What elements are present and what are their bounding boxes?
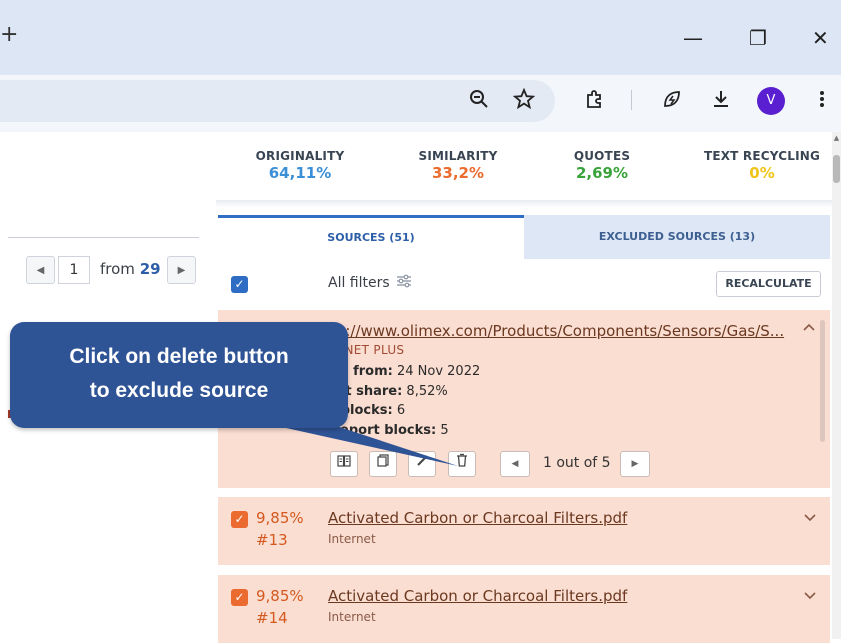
prev-page-button[interactable]: ◀ [26, 256, 55, 284]
tab-sources[interactable]: SOURCES (51) [218, 215, 524, 259]
menu-dots-icon[interactable] [818, 88, 826, 115]
document-divider [8, 237, 199, 238]
select-all-checkbox[interactable]: ✓ [231, 276, 248, 293]
all-filters-label[interactable]: All filters [328, 275, 390, 291]
bookmark-star-icon[interactable] [512, 87, 536, 115]
metric-originality: ORIGINALITY 64,11% [225, 149, 375, 182]
close-window-button[interactable]: ✕ [812, 26, 829, 50]
page-number-input[interactable]: 1 [58, 256, 90, 284]
source-number: #14 [256, 609, 288, 627]
pencil-icon [416, 455, 428, 466]
source-checkbox[interactable]: ✓ [231, 589, 248, 606]
metric-label: QUOTES [573, 149, 631, 163]
tab-excluded-sources[interactable]: EXCLUDED SOURCES (13) [524, 215, 830, 259]
source-number: #13 [256, 531, 288, 549]
source-title-link[interactable]: Activated Carbon or Charcoal Filters.pdf [328, 587, 627, 605]
extensions-icon[interactable] [584, 88, 606, 115]
metric-value: 64,11% [268, 164, 332, 182]
source-title-link[interactable]: Activated Carbon or Charcoal Filters.pdf [328, 509, 627, 527]
performance-leaf-icon[interactable] [661, 88, 683, 115]
metric-value: 0% [749, 164, 775, 182]
card-scrollbar[interactable] [820, 320, 825, 442]
callout-text: Click on delete button to exclude source [10, 340, 348, 408]
metrics-divider [216, 200, 832, 208]
source-checkbox[interactable]: ✓ [231, 511, 248, 528]
pager-total: 29 [139, 260, 161, 278]
zoom-icon[interactable] [468, 88, 490, 115]
source-percent: 9,85% [256, 509, 304, 527]
download-icon[interactable] [710, 88, 732, 115]
prev-match-button[interactable]: ◀ [500, 451, 530, 477]
edit-button[interactable] [408, 451, 436, 477]
source-card[interactable]: ✓ 9,85% #13 Activated Carbon or Charcoal… [218, 497, 830, 565]
source-percent: 9,85% [256, 587, 304, 605]
callout-line-2: to exclude source [89, 379, 269, 402]
chevron-down-icon[interactable] [804, 511, 816, 525]
callout-line-1: Click on delete button [69, 345, 289, 368]
browser-title-bar [0, 0, 841, 75]
metric-value: 2,69% [575, 164, 629, 182]
trash-icon [457, 453, 467, 467]
filter-settings-icon[interactable] [396, 274, 412, 292]
copy-icon [377, 454, 389, 467]
page-scrollbar-thumb[interactable] [833, 155, 840, 183]
minimize-button[interactable]: — [683, 26, 703, 50]
found-value: 24 Nov 2022 [396, 364, 481, 379]
profile-avatar[interactable]: V [757, 87, 785, 115]
book-icon [337, 455, 351, 467]
metric-label: TEXT RECYCLING [703, 149, 821, 163]
source-type: Internet [328, 610, 376, 624]
share-value: 8,52% [406, 384, 448, 399]
pager-from-label: from [100, 260, 135, 278]
report-blocks-value: 5 [440, 423, 449, 438]
page-scrollbar[interactable] [832, 132, 841, 639]
metric-text-recycling: TEXT RECYCLING 0% [687, 149, 837, 182]
source-type: Internet [328, 532, 376, 546]
recalculate-button[interactable]: RECALCULATE [716, 271, 821, 297]
match-page-info: 1 out of 5 [543, 455, 611, 471]
restore-button[interactable]: ❐ [749, 26, 767, 50]
source-found-from: nd from: 24 Nov 2022 [330, 364, 480, 379]
scroll-up-arrow-icon[interactable]: ▲ [832, 134, 841, 142]
metric-value: 33,2% [431, 164, 485, 182]
metric-similarity: SIMILARITY 33,2% [383, 149, 533, 182]
chevron-down-icon[interactable] [804, 589, 816, 603]
metric-label: SIMILARITY [418, 149, 498, 163]
source-url-link[interactable]: ps://www.olimex.com/Products/Components/… [328, 322, 784, 340]
new-tab-button[interactable]: + [0, 22, 18, 47]
next-match-button[interactable]: ▶ [620, 451, 650, 477]
blocks-value: 6 [396, 403, 406, 418]
chevron-up-icon[interactable] [803, 320, 815, 335]
metric-quotes: QUOTES 2,69% [527, 149, 677, 182]
next-page-button[interactable]: ▶ [167, 256, 196, 284]
metric-label: ORIGINALITY [255, 149, 345, 163]
copy-button[interactable] [369, 451, 397, 477]
toolbar-separator [631, 90, 632, 110]
pager-from-text: from 29 [100, 260, 161, 278]
delete-source-button[interactable] [448, 451, 476, 477]
source-report-blocks: Report blocks: 5 [330, 423, 449, 438]
source-card[interactable]: ✓ 9,85% #14 Activated Carbon or Charcoal… [218, 575, 830, 643]
report-blocks-label: Report blocks: [330, 423, 437, 438]
view-source-button[interactable] [330, 451, 358, 477]
